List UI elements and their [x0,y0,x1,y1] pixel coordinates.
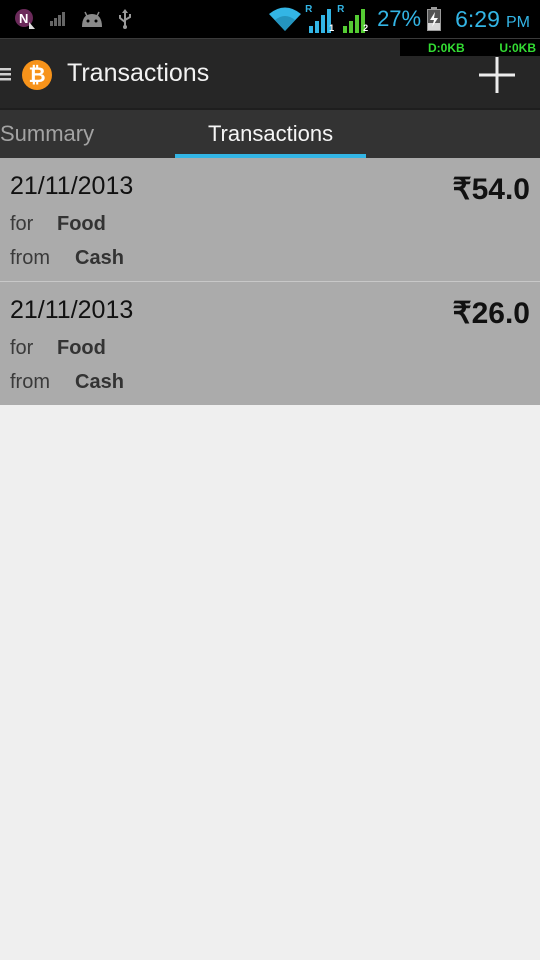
transaction-amount: ₹54.0 [452,173,530,206]
transaction-account-line: from Cash [10,247,124,270]
status-bar-right: R 1 R 2 27% 6:29 PM [269,4,530,34]
wifi-icon [269,7,302,31]
battery-charging-icon [427,7,442,31]
sim2-signal: R 2 [337,4,371,34]
transaction-date: 21/11/2013 [10,296,134,324]
download-counter: D:0KB [428,41,465,55]
signal-bars-icon [50,12,65,26]
from-label: from [10,371,50,393]
bitcoin-logo-icon[interactable]: ₿ [22,60,52,90]
notification-n-icon: N [15,9,35,29]
add-transaction-button[interactable] [477,55,517,95]
tab-summary-label: Summary [0,121,95,146]
transaction-category-line: for Food [10,213,106,236]
transaction-date: 21/11/2013 [10,172,134,200]
svg-text:N: N [19,11,28,26]
clock: 6:29 PM [455,6,530,33]
upload-counter: U:0KB [499,41,536,55]
logo-glyph: ₿ [28,63,45,87]
data-monitor-overlay: D:0KB U:0KB [400,39,540,56]
android-icon [82,11,102,27]
status-bar-left: N [14,6,132,32]
transaction-account-line: from Cash [10,371,124,394]
sim-1-label: 1 [329,23,335,33]
transaction-category: Food [57,337,106,359]
drawer-menu-icon[interactable] [0,67,11,81]
transaction-account: Cash [75,371,124,393]
tab-summary[interactable]: Summary [0,110,150,158]
transaction-row[interactable]: 21/11/2013 ₹26.0 for Food from Cash [0,282,540,405]
transaction-list: 21/11/2013 ₹54.0 for Food from Cash 21/11/… [0,158,540,405]
transaction-row[interactable]: 21/11/2013 ₹54.0 for Food from Cash [0,158,540,282]
clock-ampm: PM [506,13,530,31]
page-title: Transactions [67,59,210,87]
battery-percent: 27% [377,6,422,31]
tab-transactions[interactable]: Transactions [175,110,366,158]
tab-transactions-label: Transactions [207,121,334,146]
action-bar: D:0KB U:0KB ₿ Transactions [0,38,540,108]
for-label: for [10,337,34,359]
sim-2-label: 2 [363,23,369,33]
transaction-account: Cash [75,247,124,269]
transaction-category-line: for Food [10,337,106,360]
for-label: for [10,213,34,235]
from-label: from [10,247,50,269]
transaction-category: Food [57,213,106,235]
tab-bar: Summary Transactions [0,108,540,158]
transaction-amount: ₹26.0 [452,297,530,330]
status-bar: N R 1 R 2 27% 6:29 PM [0,0,540,38]
sim1-signal: R 1 [305,4,335,34]
usb-icon [119,9,131,29]
clock-time: 6:29 [455,5,500,32]
empty-list-area [0,405,540,960]
